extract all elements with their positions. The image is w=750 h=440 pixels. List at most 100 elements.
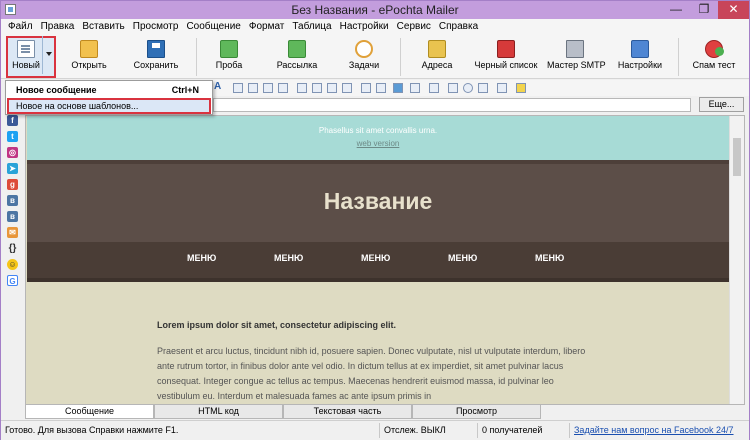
new-button[interactable]: Новый: [9, 37, 43, 77]
test-button[interactable]: Проба: [209, 37, 249, 77]
clear-format-icon[interactable]: [497, 83, 507, 93]
facebook-icon[interactable]: f: [7, 115, 18, 126]
scrollbar-thumb[interactable]: [733, 138, 741, 176]
menu-help[interactable]: Справка: [435, 19, 482, 35]
new-button-label: Новый: [12, 60, 40, 70]
image-icon[interactable]: [448, 83, 458, 93]
menu-insert[interactable]: Вставить: [78, 19, 128, 35]
email-menu-band: МЕНЮ МЕНЮ МЕНЮ МЕНЮ МЕНЮ: [27, 242, 729, 282]
status-tracking: Отслеж. ВЫКЛ: [384, 425, 446, 435]
tasks-button[interactable]: Задачи: [341, 37, 387, 77]
status-ready-text: Готово. Для вызова Справки нажмите F1.: [5, 425, 179, 435]
align-left-icon[interactable]: [233, 83, 243, 93]
spam-test-button[interactable]: Спам тест: [688, 37, 740, 77]
save-button[interactable]: Сохранить: [129, 37, 183, 77]
align-center-icon[interactable]: [248, 83, 258, 93]
message-editor[interactable]: Phasellus sit amet convallis urna. web v…: [25, 115, 745, 405]
minimize-button[interactable]: —: [662, 1, 690, 19]
border-icon[interactable]: [410, 83, 420, 93]
mail-icon[interactable]: ✉: [7, 227, 18, 238]
menu-view[interactable]: Просмотр: [129, 19, 183, 35]
new-from-template-item[interactable]: Новое на основе шаблонов...: [7, 98, 211, 114]
subject-row: Еще...: [213, 97, 749, 113]
warning-icon: [497, 40, 515, 58]
google-icon[interactable]: G: [7, 275, 18, 286]
more-button[interactable]: Еще...: [699, 97, 744, 112]
google-plus-icon[interactable]: g: [7, 179, 18, 190]
vk-icon[interactable]: в: [7, 195, 18, 206]
save-icon: [147, 40, 165, 58]
special-char-icon[interactable]: [463, 83, 473, 93]
new-message-label: Новое сообщение: [16, 85, 97, 95]
spam-test-icon: [705, 40, 724, 58]
email-menu-item[interactable]: МЕНЮ: [448, 253, 477, 263]
menu-format[interactable]: Формат: [245, 19, 289, 35]
toolbar: Новый Открыть Сохранить Проба Рассылка З…: [1, 35, 749, 79]
telegram-icon[interactable]: ➤: [7, 163, 18, 174]
smtp-wizard-label: Мастер SMTP: [547, 60, 606, 70]
email-menu-item[interactable]: МЕНЮ: [535, 253, 564, 263]
maximize-button[interactable]: ❐: [690, 1, 718, 19]
settings-label: Настройки: [617, 60, 663, 70]
email-lead: Lorem ipsum dolor sit amet, consectetur …: [157, 320, 397, 330]
menu-message[interactable]: Сообщение: [182, 19, 244, 35]
menu-file[interactable]: Файл: [1, 19, 37, 35]
table-icon[interactable]: [429, 83, 439, 93]
link-icon[interactable]: [361, 83, 371, 93]
snippet-icon[interactable]: [516, 83, 526, 93]
status-bar: Готово. Для вызова Справки нажмите F1. О…: [1, 420, 749, 440]
indent-icon[interactable]: [342, 83, 352, 93]
toolbar-separator: [678, 38, 679, 76]
email-menu-item[interactable]: МЕНЮ: [187, 253, 216, 263]
menu-service[interactable]: Сервис: [393, 19, 435, 35]
settings-icon: [631, 40, 649, 58]
status-separator: [569, 423, 570, 438]
menu-edit[interactable]: Правка: [37, 19, 79, 35]
addresses-button[interactable]: Адреса: [415, 37, 459, 77]
tab-text-part[interactable]: Текстовая часть: [283, 405, 412, 419]
align-right-icon[interactable]: [263, 83, 273, 93]
editor-scrollbar[interactable]: [729, 116, 744, 404]
send-label: Рассылка: [276, 60, 318, 70]
email-heading: Название: [323, 188, 433, 214]
tab-html-code[interactable]: HTML код: [154, 405, 283, 419]
menu-settings[interactable]: Настройки: [336, 19, 393, 35]
menu-table[interactable]: Таблица: [288, 19, 335, 35]
email-paragraph: Praesent et arcu luctus, tincidunt nibh …: [157, 346, 586, 401]
clock-icon: [355, 40, 373, 58]
preheader-text: Phasellus sit amet convallis urna.: [318, 126, 438, 135]
anchor-icon[interactable]: [376, 83, 386, 93]
close-button[interactable]: ✕: [718, 1, 749, 19]
status-separator: [477, 423, 478, 438]
twitter-icon[interactable]: t: [7, 131, 18, 142]
font-color-icon[interactable]: A: [214, 81, 221, 92]
smtp-wizard-button[interactable]: Мастер SMTP: [547, 37, 606, 77]
new-message-item[interactable]: Новое сообщение Ctrl+N: [7, 82, 211, 98]
send-button[interactable]: Рассылка: [269, 37, 325, 77]
addresses-label: Адреса: [421, 60, 453, 70]
instagram-icon[interactable]: ◎: [7, 147, 18, 158]
numbered-list-icon[interactable]: [297, 83, 307, 93]
emoji-icon[interactable]: ☺: [7, 259, 18, 270]
blacklist-button[interactable]: Черный список: [473, 37, 539, 77]
tab-preview[interactable]: Просмотр: [412, 405, 541, 419]
new-dropdown-arrow[interactable]: [42, 36, 53, 74]
bullet-list-icon[interactable]: [312, 83, 322, 93]
fill-color-icon[interactable]: [393, 83, 403, 93]
new-dropdown-menu: Новое сообщение Ctrl+N Новое на основе ш…: [5, 80, 213, 115]
outdent-icon[interactable]: [327, 83, 337, 93]
email-menu-item[interactable]: МЕНЮ: [361, 253, 390, 263]
web-version-link[interactable]: web version: [27, 139, 729, 148]
facebook-support-link[interactable]: Задайте нам вопрос на Facebook 24/7: [574, 425, 734, 435]
open-button[interactable]: Открыть: [67, 37, 111, 77]
justify-icon[interactable]: [278, 83, 288, 93]
settings-button[interactable]: Настройки: [615, 37, 665, 77]
subject-input[interactable]: [213, 98, 691, 112]
curly-braces-icon[interactable]: {}: [7, 243, 18, 254]
folder-icon: [80, 40, 98, 58]
vk-icon[interactable]: в: [7, 211, 18, 222]
tab-message[interactable]: Сообщение: [25, 405, 154, 419]
new-from-template-label: Новое на основе шаблонов...: [16, 101, 139, 111]
horizontal-line-icon[interactable]: [478, 83, 488, 93]
email-menu-item[interactable]: МЕНЮ: [274, 253, 303, 263]
